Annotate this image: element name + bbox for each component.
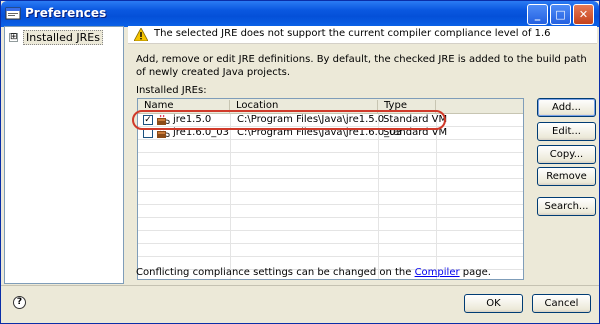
close-button[interactable]: ✕: [573, 4, 594, 25]
search-button[interactable]: Search...: [537, 197, 596, 216]
window-title: Preferences: [25, 6, 107, 20]
installed-jres-label: Installed JREs:: [136, 85, 207, 96]
remove-button[interactable]: Remove: [537, 167, 596, 186]
empty-row: [138, 140, 523, 153]
preferences-tree[interactable]: ⊞ Installed JREs: [4, 26, 124, 284]
minimize-button[interactable]: _: [527, 4, 548, 25]
expand-icon[interactable]: ⊞: [9, 32, 18, 42]
footnote-text-end: page.: [459, 267, 491, 278]
compiler-link[interactable]: Compiler: [415, 267, 460, 278]
preferences-icon: [5, 7, 21, 20]
empty-row: [138, 231, 523, 244]
compliance-footnote: Conflicting compliance settings can be c…: [136, 267, 491, 278]
empty-row: [138, 166, 523, 179]
empty-row: [138, 153, 523, 166]
empty-row: [138, 244, 523, 257]
installed-jres-page: The selected JRE does not support the cu…: [128, 26, 597, 284]
preferences-window: Preferences _ □ ✕ ⊞ Installed JREs The s…: [0, 0, 600, 324]
empty-row: [138, 192, 523, 205]
copy-button[interactable]: Copy...: [537, 145, 596, 164]
help-icon[interactable]: ?: [13, 296, 26, 309]
message-bar: The selected JRE does not support the cu…: [128, 26, 597, 44]
add-button[interactable]: Add...: [537, 98, 596, 117]
ok-button[interactable]: OK: [464, 294, 523, 313]
edit-button[interactable]: Edit...: [537, 122, 596, 141]
footnote-text: Conflicting compliance settings can be c…: [136, 267, 415, 278]
dialog-separator: [1, 285, 599, 286]
tree-item-installed-jres[interactable]: ⊞ Installed JREs: [9, 29, 103, 45]
cancel-button[interactable]: Cancel: [532, 294, 591, 313]
maximize-button[interactable]: □: [550, 4, 571, 25]
page-description: Add, remove or edit JRE definitions. By …: [136, 54, 587, 78]
empty-row: [138, 205, 523, 218]
warning-icon: [134, 28, 148, 41]
empty-row: [138, 179, 523, 192]
title-bar[interactable]: Preferences _ □ ✕: [1, 1, 599, 27]
highlight-annotation: [132, 110, 446, 130]
empty-row: [138, 218, 523, 231]
tree-item-label[interactable]: Installed JREs: [23, 29, 103, 45]
warning-message: The selected JRE does not support the cu…: [154, 28, 551, 39]
